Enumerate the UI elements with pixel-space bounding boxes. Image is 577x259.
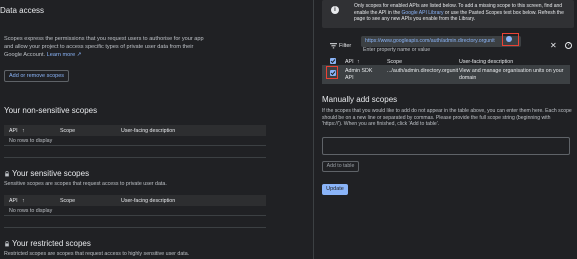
lock-icon: [5, 241, 9, 247]
restricted-description: Restricted scopes are scopes that reques…: [4, 251, 190, 257]
google-api-library-link[interactable]: Google API Library: [402, 10, 444, 16]
highlight-box: [502, 33, 519, 46]
data-access-pane: Data access Scopes express the permissio…: [0, 0, 312, 259]
help-icon[interactable]: ?: [565, 42, 572, 49]
scope-table-header: API ↑ Scope User-facing description: [322, 57, 570, 66]
row-api: Admin SDK API: [345, 68, 373, 81]
filter-input[interactable]: Enter property name or value: [363, 47, 430, 53]
manual-scopes-title: Manually add scopes: [322, 95, 398, 104]
info-icon: i: [331, 6, 339, 14]
column-description: User-facing description: [459, 59, 514, 65]
highlight-box: [326, 66, 338, 79]
filter-chip[interactable]: https://www.googleapis.com/auth/admin.di…: [361, 36, 521, 47]
column-api[interactable]: API: [9, 128, 18, 134]
manual-scopes-description: If the scopes that you would like to add…: [322, 108, 572, 128]
filter-label: Filter: [339, 43, 352, 49]
row-description: View and manage organisation units on yo…: [459, 68, 564, 81]
restricted-title-text: Your restricted scopes: [12, 239, 91, 248]
arrow-up-icon[interactable]: ↑: [22, 198, 25, 204]
external-link-icon: ↗: [75, 52, 82, 58]
empty-message: No rows to display: [9, 208, 53, 214]
sensitive-title: Your sensitive scopes: [4, 169, 89, 178]
restricted-title: Your restricted scopes: [4, 239, 91, 248]
info-banner: i Only scopes for enabled APIs are liste…: [322, 0, 574, 28]
app-root: Data access Scopes express the permissio…: [0, 0, 577, 259]
arrow-up-icon[interactable]: ↑: [357, 59, 360, 65]
add-remove-scopes-button[interactable]: Add or remove scopes: [4, 70, 70, 82]
lock-icon: [5, 171, 9, 177]
empty-message: No rows to display: [9, 138, 53, 144]
close-icon[interactable]: ✕: [550, 41, 557, 50]
data-access-description-text: Scopes express the permissions that you …: [4, 36, 204, 58]
row-scope: .../auth/admin.directory.orgunit: [387, 68, 459, 74]
update-button[interactable]: Update: [322, 184, 348, 195]
divider: [4, 227, 266, 228]
column-scope: Scope: [60, 128, 76, 134]
column-api[interactable]: API: [9, 198, 18, 204]
column-scope: Scope: [387, 59, 403, 65]
column-api[interactable]: API: [345, 59, 354, 65]
manual-scopes-textarea[interactable]: [322, 137, 570, 155]
sensitive-empty-row: No rows to display: [4, 205, 266, 216]
learn-more-link[interactable]: Learn more: [47, 52, 76, 58]
non-sensitive-empty-row: No rows to display: [4, 135, 266, 146]
column-description: User-facing description: [121, 128, 176, 134]
column-scope: Scope: [60, 198, 76, 204]
table-row[interactable]: Admin SDK API .../auth/admin.directory.o…: [322, 66, 570, 84]
non-sensitive-title: Your non-sensitive scopes: [4, 106, 98, 115]
info-text: Only scopes for enabled APIs are listed …: [354, 3, 568, 23]
data-access-description: Scopes express the permissions that you …: [4, 35, 204, 59]
column-description: User-facing description: [121, 198, 176, 204]
filter-bar: Filter https://www.googleapis.com/auth/a…: [322, 33, 577, 55]
add-to-table-button[interactable]: Add to table: [322, 161, 359, 172]
arrow-up-icon[interactable]: ↑: [22, 128, 25, 134]
page-title: Data access: [0, 6, 45, 15]
divider: [4, 157, 266, 158]
filter-icon: [330, 43, 337, 49]
update-scopes-panel: i Only scopes for enabled APIs are liste…: [313, 0, 577, 259]
sensitive-title-text: Your sensitive scopes: [12, 169, 90, 178]
select-all-checkbox[interactable]: [330, 58, 336, 64]
sensitive-description: Sensitive scopes are scopes that request…: [4, 181, 167, 187]
